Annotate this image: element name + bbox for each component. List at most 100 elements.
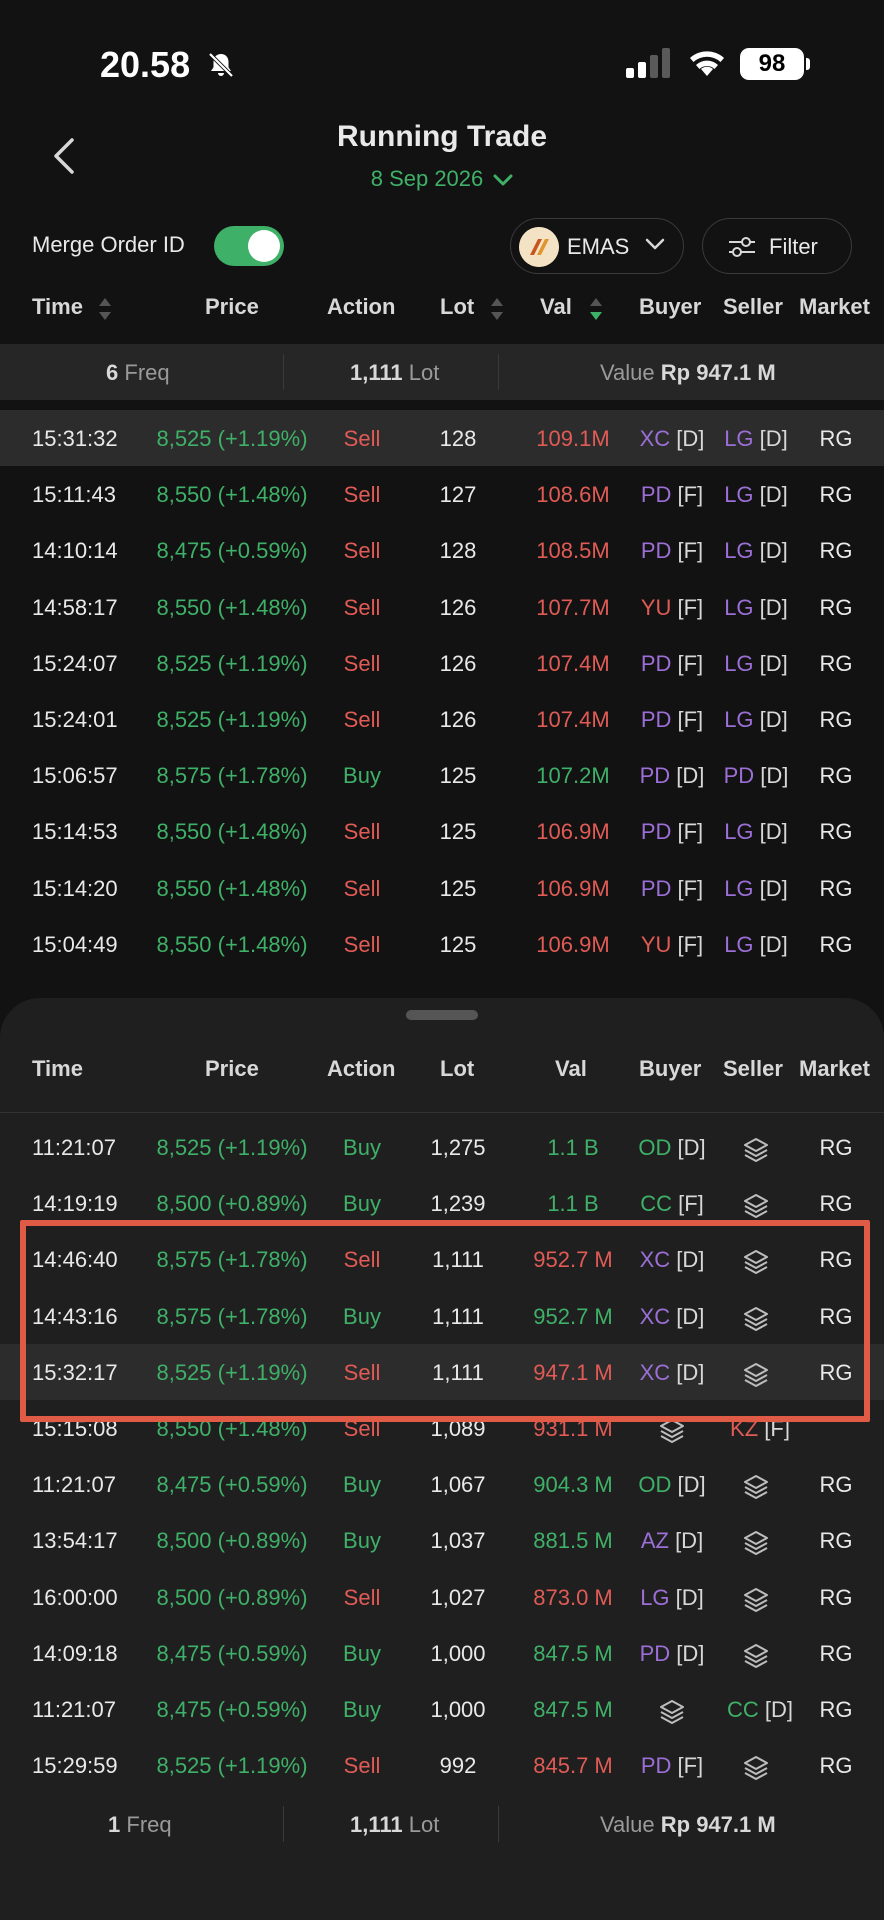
trade-seller[interactable]: LG [D] (711, 876, 801, 902)
trade-buyer[interactable]: OD [D] (627, 1135, 717, 1161)
trade-list[interactable]: 15:31:32 8,525 (+1.19%) Sell 128 109.1M XC [D… (0, 410, 884, 972)
trade-row[interactable]: 15:32:17 8,525 (+1.19%) Sell 1,111 947.1 M XC… (0, 1343, 884, 1400)
trade-buyer[interactable]: PD [F] (627, 707, 717, 733)
trade-row[interactable]: 15:06:57 8,575 (+1.78%) Buy 125 107.2M PD [D]… (0, 747, 884, 803)
trade-buyer[interactable]: PD [F] (627, 819, 717, 845)
layers-icon[interactable] (711, 1135, 801, 1171)
trade-row[interactable]: 15:29:59 8,525 (+1.19%) Sell 992 845.7 M PD [… (0, 1737, 884, 1793)
trade-price: 8,550 (+1.48%) (156, 482, 308, 508)
trade-row[interactable]: 14:58:17 8,550 (+1.48%) Sell 126 107.7M YU [F… (0, 579, 884, 635)
trade-buyer[interactable]: PD [F] (627, 651, 717, 677)
status-bar: 20.58 98 (0, 0, 884, 120)
trade-action: Sell (343, 650, 381, 676)
stock-selector[interactable]: EMAS (510, 218, 684, 274)
layers-icon[interactable] (711, 1641, 801, 1677)
trade-seller[interactable]: LG [D] (711, 707, 801, 733)
layers-icon[interactable] (711, 1585, 801, 1621)
trade-seller[interactable]: LG [D] (711, 819, 801, 845)
col-time[interactable]: Time (32, 294, 83, 320)
filter-button[interactable]: Filter (702, 218, 852, 274)
trade-buyer[interactable]: XC [D] (627, 1247, 717, 1273)
bottom-sheet[interactable]: Time Price Action Lot Val Buyer Seller M… (0, 998, 884, 1920)
trade-row[interactable]: 14:46:40 8,575 (+1.78%) Sell 1,111 952.7 M XC… (0, 1231, 884, 1287)
layers-icon[interactable] (627, 1416, 717, 1452)
sort-icon[interactable] (98, 296, 112, 322)
page-title: Running Trade (337, 120, 547, 153)
trade-seller[interactable]: LG [D] (711, 651, 801, 677)
trade-row[interactable]: 14:09:18 8,475 (+0.59%) Buy 1,000 847.5 M PD … (0, 1625, 884, 1681)
chevron-down-icon (645, 238, 665, 250)
trade-row[interactable]: 11:21:07 8,525 (+1.19%) Buy 1,275 1.1 B OD [D… (0, 1119, 884, 1175)
trade-seller[interactable]: LG [D] (711, 482, 801, 508)
trade-time: 15:04:49 (32, 931, 118, 957)
trade-row[interactable]: 15:31:32 8,525 (+1.19%) Sell 128 109.1M XC [D… (0, 410, 884, 467)
trade-buyer[interactable]: PD [F] (627, 876, 717, 902)
trade-seller[interactable]: LG [D] (711, 426, 801, 452)
trade-buyer[interactable]: CC [F] (627, 1191, 717, 1217)
trade-lot: 127 (439, 482, 477, 508)
trade-buyer[interactable]: PD [D] (627, 763, 717, 789)
layers-icon[interactable] (711, 1247, 801, 1283)
layers-icon[interactable] (711, 1528, 801, 1564)
trade-market: RG (819, 1247, 853, 1273)
layers-icon[interactable] (711, 1191, 801, 1227)
trade-lot: 126 (439, 594, 477, 620)
trade-val: 1.1 B (547, 1135, 599, 1160)
merge-order-toggle[interactable] (214, 226, 284, 266)
trade-lot: 125 (439, 875, 477, 901)
trade-row[interactable]: 15:24:01 8,525 (+1.19%) Sell 126 107.4M PD [F… (0, 691, 884, 747)
trade-val: 106.9M (536, 931, 610, 957)
trade-row[interactable]: 14:19:19 8,500 (+0.89%) Buy 1,239 1.1 B CC [F… (0, 1175, 884, 1231)
trade-row[interactable]: 11:21:07 8,475 (+0.59%) Buy 1,000 847.5 M CC … (0, 1681, 884, 1737)
trade-buyer[interactable]: OD [D] (627, 1472, 717, 1498)
trade-row[interactable]: 15:11:43 8,550 (+1.48%) Sell 127 108.6M PD [F… (0, 466, 884, 522)
trade-buyer[interactable]: PD [F] (627, 1753, 717, 1779)
layers-icon[interactable] (711, 1472, 801, 1508)
trade-buyer[interactable]: XC [D] (627, 426, 717, 452)
trade-buyer[interactable]: PD [D] (627, 1641, 717, 1667)
layers-icon[interactable] (711, 1304, 801, 1340)
trade-market: RG (819, 1303, 853, 1329)
trade-row[interactable]: 16:00:00 8,500 (+0.89%) Sell 1,027 873.0 M LG… (0, 1569, 884, 1625)
trade-row[interactable]: 15:24:07 8,525 (+1.19%) Sell 126 107.4M PD [F… (0, 635, 884, 691)
trade-seller[interactable]: PD [D] (711, 763, 801, 789)
trade-seller[interactable]: LG [D] (711, 595, 801, 621)
trade-row[interactable]: 15:15:08 8,550 (+1.48%) Sell 1,089 931.1 M KZ… (0, 1400, 884, 1456)
trade-buyer[interactable]: PD [F] (627, 482, 717, 508)
layers-icon[interactable] (627, 1697, 717, 1733)
trade-seller[interactable]: LG [D] (711, 538, 801, 564)
trade-row[interactable]: 15:14:53 8,550 (+1.48%) Sell 125 106.9M PD [F… (0, 803, 884, 859)
battery-tip (806, 58, 810, 70)
trade-row[interactable]: 15:14:20 8,550 (+1.48%) Sell 125 106.9M PD [F… (0, 860, 884, 916)
trade-row[interactable]: 11:21:07 8,475 (+0.59%) Buy 1,067 904.3 M OD … (0, 1456, 884, 1512)
trade-time: 16:00:00 (32, 1584, 118, 1610)
sheet-table-header: Time Price Action Lot Val Buyer Seller M… (0, 1044, 884, 1094)
trade-row[interactable]: 14:10:14 8,475 (+0.59%) Sell 128 108.5M PD [F… (0, 522, 884, 578)
trade-market: RG (819, 1584, 853, 1610)
trade-seller[interactable]: KZ [F] (715, 1416, 805, 1442)
trade-seller[interactable]: LG [D] (711, 932, 801, 958)
trade-buyer[interactable]: YU [F] (627, 932, 717, 958)
col-val[interactable]: Val (540, 294, 572, 320)
sort-icon[interactable] (490, 296, 504, 322)
trade-row[interactable]: 14:43:16 8,575 (+1.78%) Buy 1,111 952.7 M XC … (0, 1288, 884, 1344)
sort-desc-icon[interactable] (589, 296, 603, 322)
trade-buyer[interactable]: PD [F] (627, 538, 717, 564)
date-selector[interactable]: 8 Sep 2026 (0, 166, 884, 192)
trade-row[interactable]: 13:54:17 8,500 (+0.89%) Buy 1,037 881.5 M AZ … (0, 1512, 884, 1568)
trade-buyer[interactable]: XC [D] (627, 1304, 717, 1330)
layers-icon[interactable] (711, 1360, 801, 1396)
sheet-drag-handle[interactable] (406, 1010, 478, 1020)
col-lot: Lot (440, 1056, 475, 1081)
trade-buyer[interactable]: YU [F] (627, 595, 717, 621)
sheet-trade-list[interactable]: 11:21:07 8,525 (+1.19%) Buy 1,275 1.1 B OD [D… (0, 1119, 884, 1793)
trade-row[interactable]: 15:04:49 8,550 (+1.48%) Sell 125 106.9M YU [F… (0, 916, 884, 972)
trade-lot: 1,111 (432, 1359, 484, 1385)
trade-buyer[interactable]: XC [D] (627, 1360, 717, 1386)
trade-seller[interactable]: CC [D] (715, 1697, 805, 1723)
layers-icon[interactable] (711, 1753, 801, 1789)
col-lot[interactable]: Lot (440, 294, 474, 320)
trade-price: 8,550 (+1.48%) (156, 819, 308, 845)
trade-buyer[interactable]: AZ [D] (627, 1528, 717, 1554)
trade-buyer[interactable]: LG [D] (627, 1585, 717, 1611)
